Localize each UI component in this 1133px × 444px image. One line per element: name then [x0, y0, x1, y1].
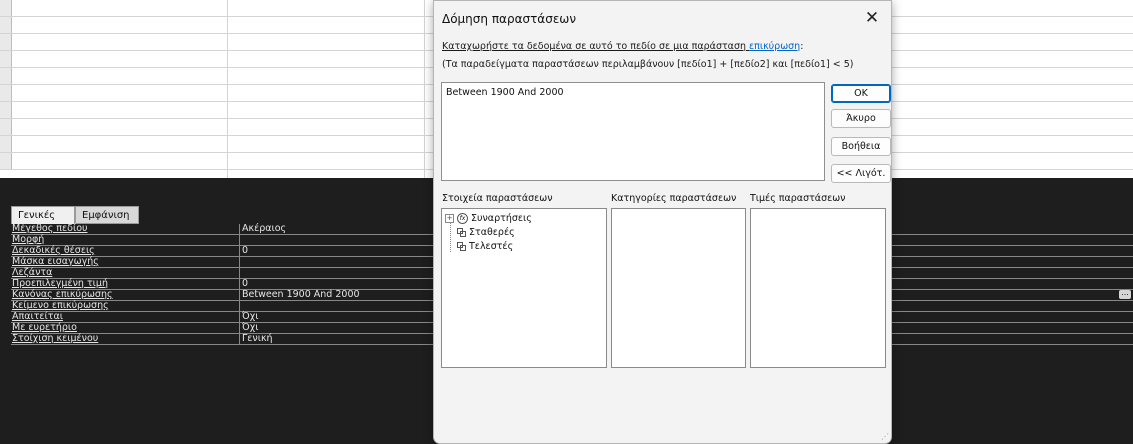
expression-elements-tree[interactable]: + fx Συναρτήσεις Σταθερές Τελεστές: [441, 208, 607, 368]
tree-item-functions[interactable]: + fx Συναρτήσεις: [445, 211, 532, 225]
property-divider: [239, 334, 240, 344]
property-label: Λεζάντα: [12, 267, 53, 278]
property-label: Μέγεθος πεδίου: [12, 223, 88, 234]
property-divider: [239, 246, 240, 256]
row-selector[interactable]: [0, 34, 12, 50]
property-value[interactable]: Όχι: [242, 311, 258, 322]
tree-connector: [450, 222, 451, 252]
property-value[interactable]: Γενική: [242, 333, 273, 344]
property-label: Μορφή: [12, 234, 45, 245]
property-label: Με ευρετήριο: [12, 322, 77, 333]
property-value[interactable]: 0: [242, 278, 248, 289]
instruction-suffix: :: [800, 41, 804, 52]
property-divider: [239, 224, 240, 234]
dialog-examples: (Τα παραδείγματα παραστάσεων περιλαμβάνο…: [442, 59, 854, 70]
property-divider: [239, 323, 240, 333]
property-value[interactable]: Ακέραιος: [242, 223, 286, 234]
row-selector[interactable]: [0, 136, 12, 152]
expression-builder-dialog: Δόμηση παραστάσεων ✕ Καταχωρήστε τα δεδο…: [433, 0, 892, 444]
property-label: Κανόνας επικύρωσης: [12, 289, 113, 300]
row-selector[interactable]: [0, 119, 12, 135]
property-divider: [239, 279, 240, 289]
tree-item-operators[interactable]: Τελεστές: [457, 239, 513, 253]
function-icon: fx: [457, 212, 468, 224]
property-label: Κείμενο επικύρωσης: [12, 300, 109, 311]
property-divider: [239, 268, 240, 278]
validation-help-link[interactable]: επικύρωση: [749, 41, 800, 52]
tree-label: Σταθερές: [469, 226, 515, 238]
property-label: Προεπιλεγμένη τιμή: [12, 278, 108, 289]
help-button[interactable]: Βοήθεια: [831, 137, 891, 156]
less-button[interactable]: << Λιγότ.: [831, 164, 891, 183]
expression-input[interactable]: Between 1900 And 2000: [441, 82, 825, 181]
operators-icon: [457, 241, 466, 251]
instruction-text: Καταχωρήστε τα δεδομένα σε αυτό το πεδίο…: [442, 41, 750, 52]
constants-icon: [457, 227, 466, 237]
property-label: Στοίχιση κειμένου: [12, 333, 99, 344]
row-selector[interactable]: [0, 68, 12, 84]
property-divider: [239, 235, 240, 245]
tab-general[interactable]: Γενικές: [11, 206, 75, 224]
property-divider: [239, 301, 240, 311]
tab-lookup[interactable]: Εμφάνιση: [75, 206, 139, 224]
expression-values-header: Τιμές παραστάσεων: [750, 193, 846, 204]
property-divider: [239, 290, 240, 300]
property-label: Δεκαδικές θέσεις: [12, 245, 95, 256]
tree-label: Συναρτήσεις: [471, 212, 532, 224]
expression-builder-button[interactable]: ...: [1119, 289, 1131, 299]
expression-categories-header: Κατηγορίες παραστάσεων: [611, 193, 737, 204]
cancel-button[interactable]: Άκυρο: [831, 109, 891, 128]
dialog-title: Δόμηση παραστάσεων: [442, 12, 577, 26]
ok-button[interactable]: OK: [831, 84, 891, 103]
resize-grip-icon[interactable]: ⋰: [881, 433, 889, 441]
property-divider: [239, 257, 240, 267]
property-value[interactable]: Όχι: [242, 322, 258, 333]
expression-elements-header: Στοιχεία παραστάσεων: [442, 193, 553, 204]
row-selector[interactable]: [0, 153, 12, 169]
row-selector[interactable]: [0, 0, 12, 16]
property-label: Μάσκα εισαγωγής: [12, 256, 99, 267]
dialog-instructions: Καταχωρήστε τα δεδομένα σε αυτό το πεδίο…: [442, 41, 803, 52]
expression-values-list[interactable]: [750, 208, 886, 368]
property-label: Απαιτείται: [12, 311, 63, 322]
close-icon[interactable]: ✕: [859, 5, 885, 31]
expand-icon[interactable]: +: [445, 213, 454, 223]
tree-item-constants[interactable]: Σταθερές: [457, 225, 515, 239]
row-selector[interactable]: [0, 85, 12, 101]
validation-rule-value[interactable]: Between 1900 And 2000: [242, 289, 360, 300]
tree-label: Τελεστές: [469, 240, 514, 252]
row-selector[interactable]: [0, 102, 12, 118]
row-selector[interactable]: [0, 51, 12, 67]
expression-categories-list[interactable]: [611, 208, 746, 368]
row-selector[interactable]: [0, 17, 12, 33]
property-divider: [239, 312, 240, 322]
property-value[interactable]: 0: [242, 245, 248, 256]
